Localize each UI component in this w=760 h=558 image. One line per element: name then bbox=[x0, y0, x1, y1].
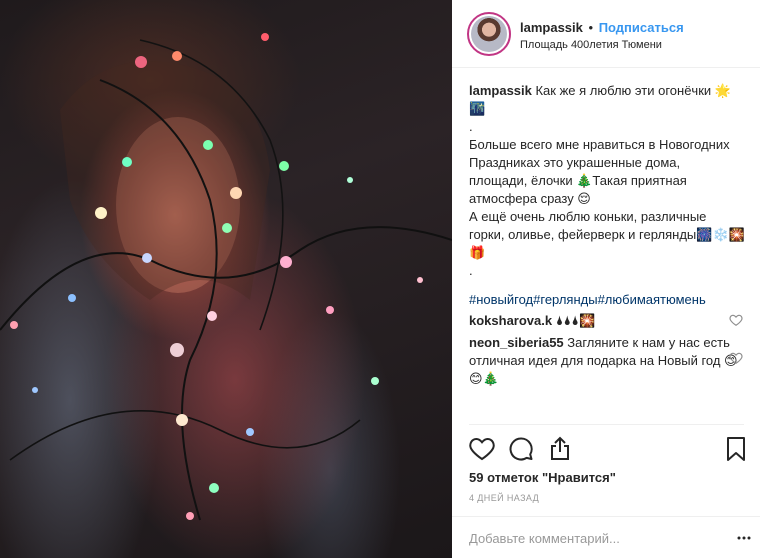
comment-item: koksharova.k 🌢🌢🌢🎇 bbox=[469, 312, 739, 330]
avatar[interactable] bbox=[467, 12, 511, 56]
fairy-lights-overlay bbox=[0, 33, 452, 521]
caption-line-3: . bbox=[469, 119, 473, 134]
heart-outline-icon[interactable] bbox=[469, 436, 495, 462]
comment-text: 🌢🌢🌢🎇 bbox=[552, 313, 596, 328]
caption-text-1: Как же я люблю эти огонёчки 🌟 bbox=[531, 83, 731, 98]
follow-button[interactable]: Подписаться bbox=[599, 20, 684, 35]
post-header: lampassik • Подписаться Площадь 400летия… bbox=[452, 0, 760, 68]
location-link[interactable]: Площадь 400летия Тюмени bbox=[520, 39, 662, 51]
header-line: lampassik • Подписаться bbox=[520, 20, 684, 35]
hashtags[interactable]: #новыйгод#герлянды#любимаятюмень bbox=[469, 291, 747, 309]
comment-username[interactable]: koksharova.k bbox=[469, 313, 552, 328]
separator-dot: • bbox=[588, 20, 594, 35]
caption-line-1: lampassik Как же я люблю эти огонёчки 🌟 bbox=[469, 82, 747, 100]
caption-line-10: 🎁 bbox=[469, 245, 486, 260]
post-timestamp[interactable]: 4 дней назад bbox=[469, 493, 539, 503]
caption-line-7: атмосфера сразу 😌 bbox=[469, 191, 591, 206]
speech-bubble-icon[interactable] bbox=[508, 436, 534, 462]
caption-line-9: горки, оливье, фейерверк и герлянды🎆❄️🎇 bbox=[469, 227, 745, 242]
avatar-image bbox=[471, 16, 507, 52]
divider bbox=[469, 424, 744, 425]
comment-input[interactable] bbox=[469, 529, 739, 547]
small-heart-icon[interactable] bbox=[729, 313, 743, 327]
caption-line-4: Больше всего мне нравиться в Новогодних bbox=[469, 137, 730, 152]
caption: lampassik Как же я люблю эти огонёчки 🌟 … bbox=[469, 82, 747, 309]
post-photo[interactable] bbox=[0, 0, 452, 558]
caption-username[interactable]: lampassik bbox=[469, 83, 532, 98]
comment-item: neon_siberia55 Загляните к нам у нас ест… bbox=[469, 334, 739, 388]
caption-line-6: площади, ёлочки 🎄Такая приятная bbox=[469, 173, 687, 188]
small-heart-icon[interactable] bbox=[729, 351, 743, 365]
ellipsis-icon[interactable] bbox=[737, 535, 751, 541]
action-bar bbox=[469, 436, 749, 462]
username-link[interactable]: lampassik bbox=[520, 20, 583, 35]
share-icon[interactable] bbox=[547, 436, 573, 462]
caption-line-8: А ещё очень люблю коньки, различные bbox=[469, 209, 707, 224]
bookmark-icon[interactable] bbox=[723, 436, 749, 462]
caption-line-5: Праздниках это украшенные дома, bbox=[469, 155, 681, 170]
likes-count[interactable]: 59 отметок "Нравится" bbox=[469, 470, 616, 485]
comment-username[interactable]: neon_siberia55 bbox=[469, 335, 564, 350]
caption-line-11: . bbox=[469, 263, 473, 278]
post-details-panel: lampassik • Подписаться Площадь 400летия… bbox=[452, 0, 760, 558]
add-comment-bar bbox=[452, 516, 760, 558]
caption-line-2: 🌃 bbox=[469, 101, 486, 116]
